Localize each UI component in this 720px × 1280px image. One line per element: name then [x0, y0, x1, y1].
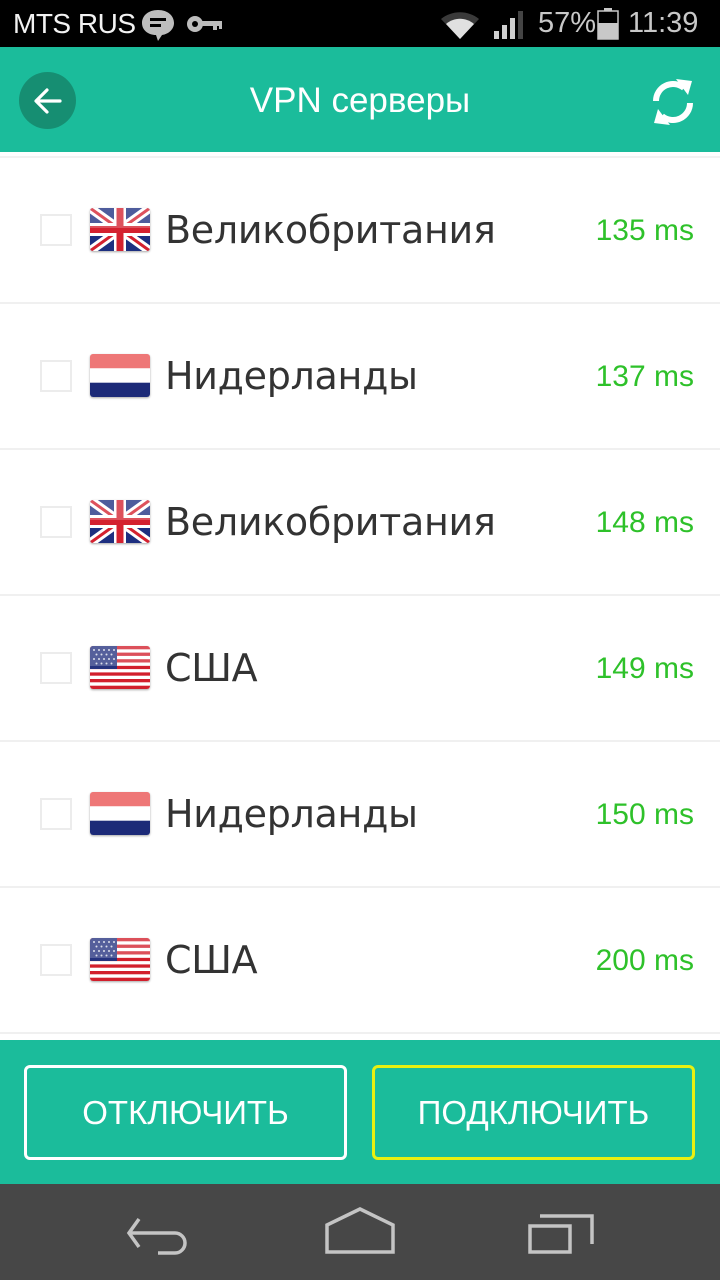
- screen: MTS RUS 57% 11:39 VPN серверы Великобрит…: [0, 0, 720, 1280]
- us-flag-icon: [90, 938, 150, 981]
- action-bar: ОТКЛЮЧИТЬ ПОДКЛЮЧИТЬ: [0, 1040, 720, 1184]
- server-row[interactable]: Нидерланды 150 ms: [0, 742, 720, 888]
- server-latency: 149 ms: [595, 652, 694, 685]
- server-row[interactable]: Великобритания 148 ms: [0, 450, 720, 596]
- server-latency: 137 ms: [595, 360, 694, 393]
- app-bar: VPN серверы: [0, 47, 720, 152]
- uk-flag-icon: [90, 208, 150, 251]
- nl-flag-icon: [90, 354, 150, 397]
- server-checkbox[interactable]: [40, 652, 72, 684]
- server-checkbox[interactable]: [40, 506, 72, 538]
- server-latency: 148 ms: [595, 506, 694, 539]
- server-row[interactable]: США 200 ms: [0, 888, 720, 1034]
- battery-percent: 57%: [538, 7, 597, 39]
- refresh-icon[interactable]: [646, 75, 700, 129]
- us-flag-icon: [90, 646, 150, 689]
- uk-flag-icon: [90, 500, 150, 543]
- connect-button[interactable]: ПОДКЛЮЧИТЬ: [372, 1065, 695, 1160]
- server-latency: 200 ms: [595, 944, 694, 977]
- server-country: Нидерланды: [165, 354, 418, 398]
- server-row[interactable]: Великобритания 135 ms: [0, 158, 720, 304]
- message-icon: [142, 10, 174, 41]
- home-nav-icon[interactable]: [315, 1204, 405, 1264]
- server-checkbox[interactable]: [40, 360, 72, 392]
- server-country: Великобритания: [165, 500, 496, 544]
- page-title: VPN серверы: [249, 81, 471, 120]
- recents-nav-icon[interactable]: [520, 1204, 610, 1264]
- server-country: Великобритания: [165, 208, 496, 252]
- system-nav-bar: [0, 1184, 720, 1280]
- disconnect-button[interactable]: ОТКЛЮЧИТЬ: [24, 1065, 347, 1160]
- server-latency: 150 ms: [595, 798, 694, 831]
- signal-icon: [494, 11, 523, 39]
- server-latency: 135 ms: [595, 214, 694, 247]
- vpn-key-icon: [187, 16, 222, 32]
- nl-flag-icon: [90, 792, 150, 835]
- server-row[interactable]: США 149 ms: [0, 596, 720, 742]
- server-country: США: [165, 938, 258, 982]
- server-checkbox[interactable]: [40, 944, 72, 976]
- server-checkbox[interactable]: [40, 798, 72, 830]
- server-country: США: [165, 646, 258, 690]
- server-row[interactable]: Нидерланды 137 ms: [0, 304, 720, 450]
- wifi-icon: [441, 12, 479, 39]
- server-checkbox[interactable]: [40, 214, 72, 246]
- server-list[interactable]: Великобритания 135 ms Нидерланды 137 ms …: [0, 158, 720, 1036]
- battery-icon: [597, 8, 619, 40]
- back-nav-icon[interactable]: [120, 1204, 210, 1264]
- status-bar: MTS RUS 57% 11:39: [0, 0, 720, 47]
- server-country: Нидерланды: [165, 792, 418, 836]
- clock: 11:39: [628, 7, 699, 39]
- carrier-name: MTS RUS: [13, 8, 136, 39]
